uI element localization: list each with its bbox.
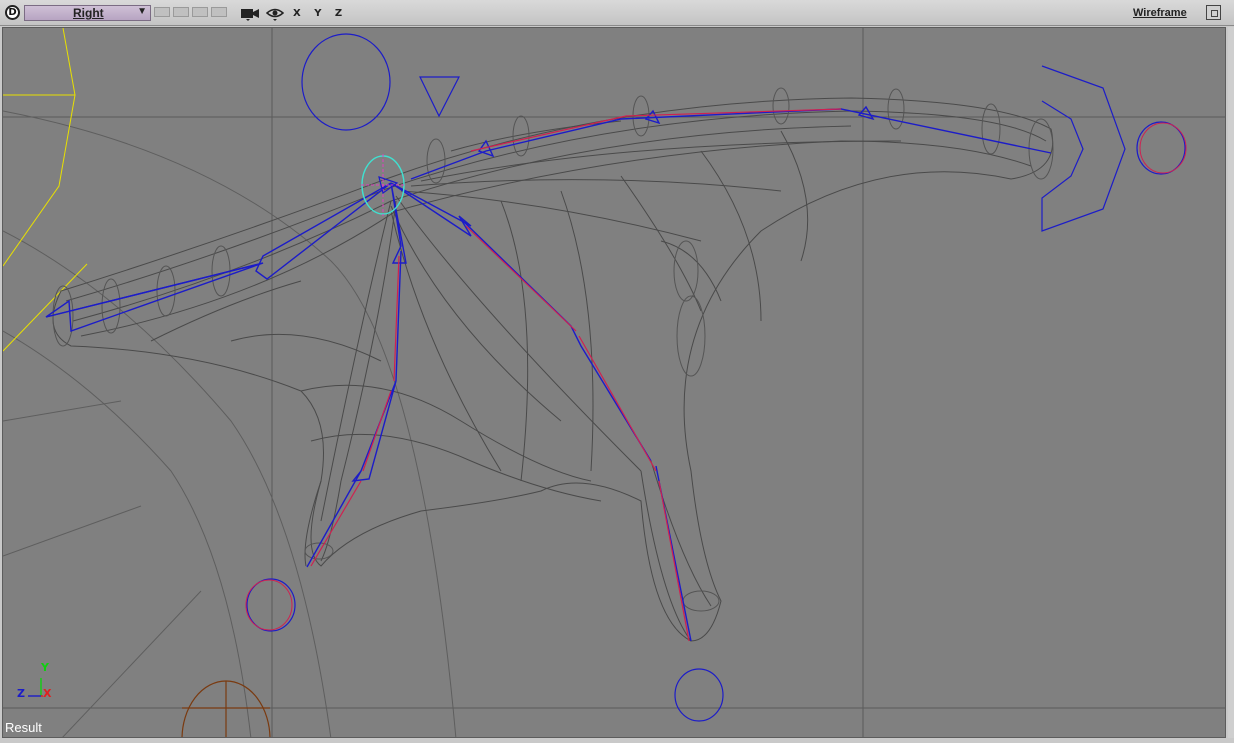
- view-slot-2[interactable]: [173, 7, 189, 17]
- viewport-menu-icon[interactable]: D: [5, 5, 20, 20]
- view-dropdown[interactable]: Right ▼: [24, 5, 151, 21]
- axis-y-label: Y: [41, 661, 49, 674]
- controller-shapes-red: [245, 122, 1187, 631]
- view-slot-1[interactable]: [154, 7, 170, 17]
- view-slot-3[interactable]: [192, 7, 208, 17]
- brown-controller: [181, 680, 271, 737]
- viewport-canvas[interactable]: Y Z X: [2, 27, 1226, 738]
- axes-label[interactable]: X Y Z: [293, 8, 347, 19]
- wing-mesh: [52, 97, 1054, 642]
- grid-lines: [3, 28, 1225, 737]
- yellow-guide-lines: [3, 28, 88, 352]
- dropdown-arrow-icon: ▼: [137, 6, 147, 17]
- view-slot-4[interactable]: [211, 7, 227, 17]
- axis-x-label: X: [43, 687, 52, 700]
- axis-z-label: Z: [17, 687, 25, 700]
- status-label: Result: [5, 720, 42, 735]
- camera-icon[interactable]: [240, 6, 260, 21]
- eye-icon[interactable]: [266, 6, 284, 21]
- background-arcs: [3, 110, 457, 737]
- view-slots: [154, 7, 227, 17]
- axis-gizmo-lines: [28, 678, 43, 697]
- bone-chain: [45, 105, 1052, 642]
- view-dropdown-label: Right: [73, 6, 104, 20]
- display-mode-dropdown[interactable]: Wireframe: [1133, 7, 1187, 19]
- viewport-toolbar: D Right ▼ X Y Z Wireframe: [0, 0, 1234, 26]
- maximize-icon[interactable]: [1206, 5, 1221, 20]
- viewport-border: [1228, 27, 1234, 738]
- scene-drawing: [3, 28, 1225, 737]
